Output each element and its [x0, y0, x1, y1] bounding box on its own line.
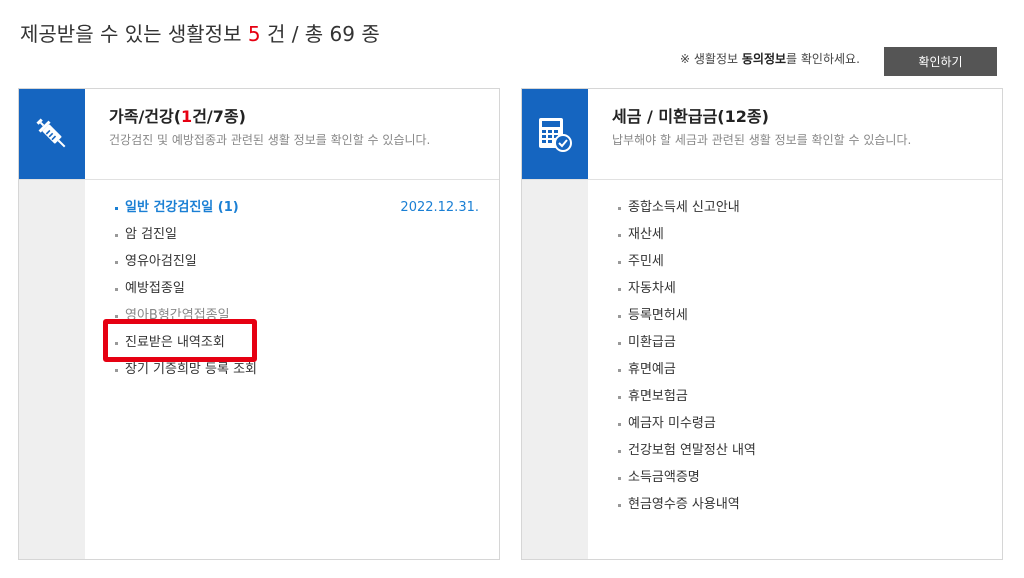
family-health-card: 가족/건강(1건/7종) 건강검진 및 예방접종과 관련된 생활 정보를 확인할… [18, 88, 500, 560]
list-item[interactable]: 등록면허세 [616, 307, 982, 334]
consent-notice: ※ 생활정보 동의정보를 확인하세요. [680, 50, 860, 67]
list-item[interactable]: 건강보험 연말정산 내역 [616, 442, 982, 469]
page-title: 제공받을 수 있는 생활정보 5 건 / 총 69 종 [20, 18, 380, 47]
card-description: 건강검진 및 예방접종과 관련된 생활 정보를 확인할 수 있습니다. [109, 133, 431, 147]
tax-info-list: 종합소득세 신고안내 재산세 주민세 자동차세 등록면허세 미환급금 휴면예금 … [616, 199, 982, 523]
checkup-date: 2022.12.31. [400, 200, 479, 215]
card-title-suffix: 건/7종) [192, 107, 246, 126]
card-icon-box [522, 89, 588, 179]
syringe-icon [36, 118, 66, 148]
list-item-cancer-checkup[interactable]: 암 검진일 [113, 226, 479, 253]
list-item[interactable]: 소득금액증명 [616, 469, 982, 496]
list-item-label: 장기 기증희망 등록 조회 [125, 362, 257, 377]
card-title: 세금 / 미환급금(12종) [612, 107, 769, 126]
highlight-box [103, 319, 257, 362]
card-title-count: 1 [181, 107, 193, 126]
title-suffix: 건 / 총 69 종 [266, 22, 380, 46]
list-item-label: 영유아검진일 [125, 254, 197, 269]
card-rail [19, 179, 85, 559]
list-item-organ-donation[interactable]: 장기 기증희망 등록 조회 [113, 361, 479, 388]
list-item-label: 암 검진일 [125, 227, 177, 242]
list-item[interactable]: 예금자 미수령금 [616, 415, 982, 442]
tax-refund-card: 세금 / 미환급금(12종) 납부해야 할 세금과 관련된 생활 정보를 확인할… [521, 88, 1003, 560]
card-icon-box [19, 89, 85, 179]
card-divider [522, 179, 1002, 180]
notice-prefix: ※ 생활정보 [680, 52, 739, 66]
card-rail [522, 179, 588, 559]
notice-suffix: 를 확인하세요. [786, 52, 860, 66]
list-item[interactable]: 주민세 [616, 253, 982, 280]
card-description: 납부해야 할 세금과 관련된 생활 정보를 확인할 수 있습니다. [612, 133, 912, 147]
list-item[interactable]: 현금영수증 사용내역 [616, 496, 982, 523]
title-prefix: 제공받을 수 있는 생활정보 [20, 22, 242, 46]
list-item-label: 일반 건강검진일 (1) [125, 200, 239, 215]
calculator-check-icon [539, 118, 572, 152]
list-item[interactable]: 종합소득세 신고안내 [616, 199, 982, 226]
card-title: 가족/건강(1건/7종) [109, 103, 246, 127]
list-item[interactable]: 자동차세 [616, 280, 982, 307]
list-item[interactable]: 재산세 [616, 226, 982, 253]
list-item-vaccination[interactable]: 예방접종일 [113, 280, 479, 307]
title-count: 5 [247, 22, 261, 46]
list-item[interactable]: 휴면예금 [616, 361, 982, 388]
list-item[interactable]: 미환급금 [616, 334, 982, 361]
card-divider [19, 179, 499, 180]
list-item-general-checkup[interactable]: 일반 건강검진일 (1) 2022.12.31. [113, 199, 479, 226]
list-item-infant-checkup[interactable]: 영유아검진일 [113, 253, 479, 280]
list-item-label: 예방접종일 [125, 281, 185, 296]
list-item[interactable]: 휴면보험금 [616, 388, 982, 415]
confirm-button[interactable]: 확인하기 [884, 47, 997, 76]
notice-bold: 동의정보 [741, 52, 787, 66]
card-title-prefix: 가족/건강( [109, 107, 182, 126]
